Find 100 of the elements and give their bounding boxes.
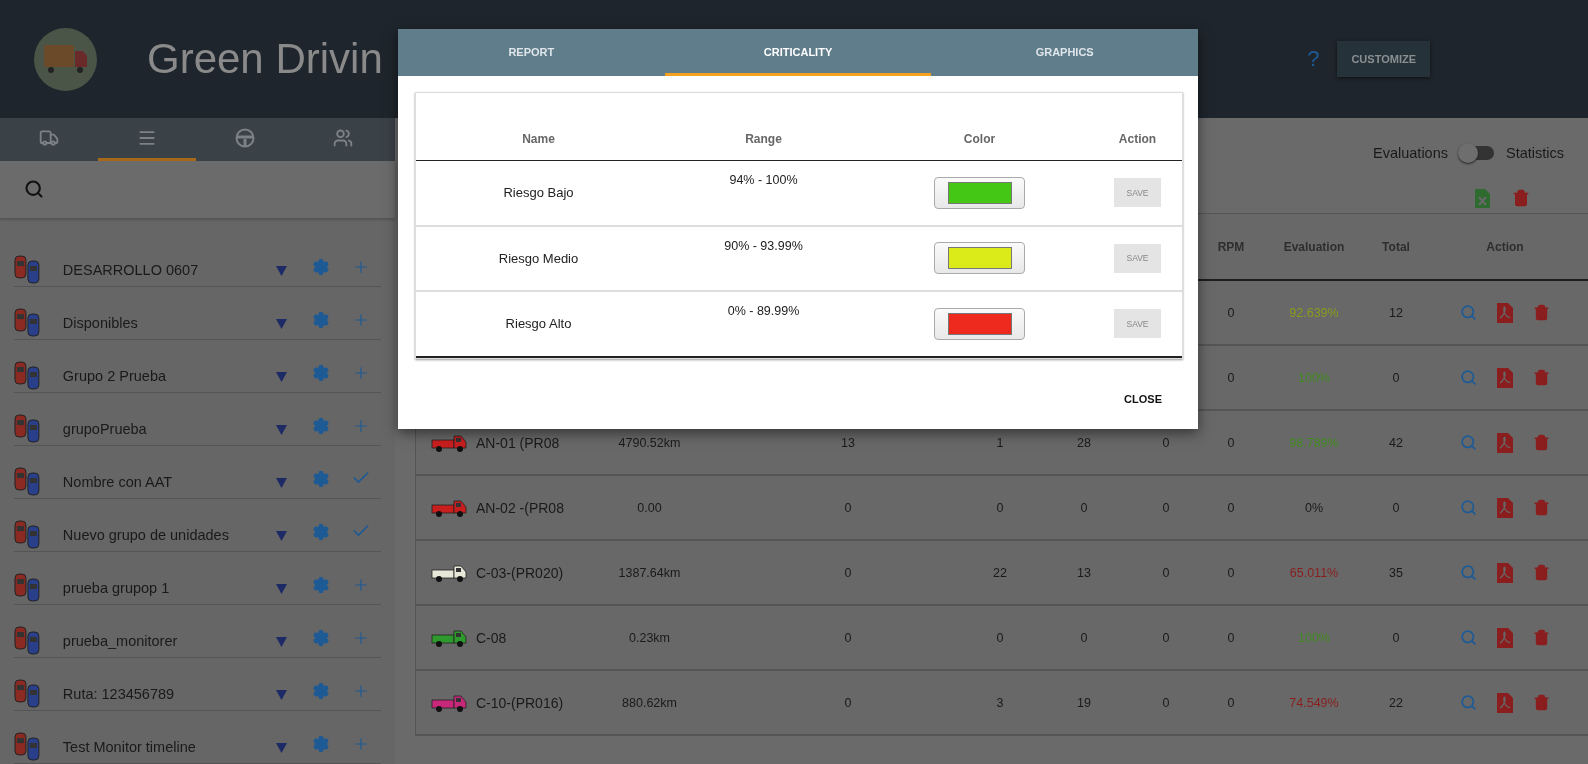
group-name[interactable]: DESARROLLO 0607 bbox=[62, 262, 262, 284]
cars-icon bbox=[14, 254, 42, 284]
trash-icon[interactable] bbox=[1533, 369, 1550, 386]
search-icon[interactable] bbox=[24, 179, 44, 200]
vehicle-name: AN-02 -(PR08 bbox=[476, 499, 564, 516]
caret-icon[interactable] bbox=[276, 637, 288, 647]
help-link[interactable]: ? bbox=[1307, 46, 1320, 72]
table-cell-text: 3 bbox=[995, 695, 1005, 710]
color-picker[interactable] bbox=[934, 242, 1025, 275]
column-header: Action bbox=[1485, 239, 1525, 254]
column-header: Range bbox=[744, 132, 783, 146]
dialog-tab[interactable]: REPORT bbox=[398, 29, 665, 76]
color-picker[interactable] bbox=[934, 176, 1025, 209]
customize-button[interactable]: CUSTOMIZE bbox=[1337, 41, 1430, 77]
settings-icon[interactable] bbox=[312, 258, 331, 276]
pdf-icon[interactable] bbox=[1497, 432, 1513, 453]
column-header: Evaluation bbox=[1282, 239, 1346, 254]
trash-icon[interactable] bbox=[1533, 564, 1550, 581]
trash-icon[interactable] bbox=[1533, 434, 1550, 451]
group-name[interactable]: prueba_monitorer bbox=[62, 633, 262, 655]
risk-name: Riesgo Medio bbox=[497, 250, 580, 266]
toggle-label: Statistics bbox=[1506, 144, 1564, 161]
settings-icon[interactable] bbox=[312, 470, 331, 488]
save-button[interactable]: SAVE bbox=[1114, 178, 1161, 208]
pdf-icon[interactable] bbox=[1497, 302, 1513, 323]
table-cell-text: 22 bbox=[1388, 695, 1404, 710]
group-name[interactable]: Grupo 2 Prueba bbox=[62, 368, 262, 390]
settings-icon[interactable] bbox=[312, 682, 331, 700]
caret-icon[interactable] bbox=[276, 743, 288, 753]
evaluation-cell-text: 65.011% bbox=[1288, 565, 1340, 580]
trash-icon[interactable] bbox=[1533, 304, 1550, 321]
close-button[interactable]: CLOSE bbox=[1118, 391, 1168, 406]
table-cell-text: 28 bbox=[1076, 435, 1092, 450]
app-title: Green Drivin bbox=[147, 35, 383, 83]
risk-name: Riesgo Bajo bbox=[502, 185, 575, 201]
evaluation-cell-text: 98.789% bbox=[1288, 435, 1340, 450]
cars-icon bbox=[14, 572, 42, 602]
group-name[interactable]: grupoPrueba bbox=[62, 421, 262, 443]
table-cell-text: 1 bbox=[995, 435, 1005, 450]
save-button[interactable]: SAVE bbox=[1114, 243, 1161, 273]
trash-icon[interactable] bbox=[1533, 499, 1550, 516]
caret-icon[interactable] bbox=[276, 425, 288, 435]
table-cell-text: 0 bbox=[1226, 565, 1236, 580]
caret-icon[interactable] bbox=[276, 690, 288, 700]
pdf-icon[interactable] bbox=[1497, 692, 1513, 713]
evaluation-cell-text: 92.639% bbox=[1288, 305, 1340, 320]
trash-icon[interactable] bbox=[1512, 189, 1530, 207]
evaluation-cell-text: 100% bbox=[1297, 370, 1331, 385]
evaluation-cell-text: 100% bbox=[1297, 630, 1331, 645]
risk-range: 94% - 100% bbox=[728, 172, 799, 189]
caret-icon[interactable] bbox=[276, 372, 288, 382]
trash-icon[interactable] bbox=[1533, 694, 1550, 711]
dialog-tab[interactable]: CRITICALITY bbox=[664, 29, 932, 76]
caret-icon[interactable] bbox=[276, 478, 288, 488]
table-cell-text: 22 bbox=[992, 565, 1008, 580]
group-name[interactable]: Nombre con AAT bbox=[62, 474, 262, 496]
pdf-icon[interactable] bbox=[1497, 562, 1513, 583]
table-cell-text: 0 bbox=[1161, 500, 1171, 515]
caret-icon[interactable] bbox=[276, 584, 288, 594]
table-cell-text: 0 bbox=[1161, 435, 1171, 450]
table-cell-text: 0 bbox=[1391, 630, 1401, 645]
group-name[interactable]: Nuevo grupo de unidades bbox=[62, 527, 262, 549]
color-picker[interactable] bbox=[934, 307, 1025, 340]
caret-icon[interactable] bbox=[276, 319, 288, 329]
view-switch[interactable] bbox=[1460, 145, 1494, 160]
truck-logo bbox=[34, 27, 97, 91]
table-cell-text: 0 bbox=[1161, 565, 1171, 580]
table-cell-text: 0 bbox=[843, 500, 853, 515]
group-name[interactable]: Disponibles bbox=[62, 315, 262, 337]
table-cell-text: 0 bbox=[1226, 695, 1236, 710]
caret-icon[interactable] bbox=[276, 266, 288, 276]
caret-icon[interactable] bbox=[276, 531, 288, 541]
column-header: Name bbox=[521, 132, 556, 146]
evaluation-cell-text: 0% bbox=[1303, 500, 1325, 515]
pdf-icon[interactable] bbox=[1497, 627, 1513, 648]
vehicle-name: C-10-(PR016) bbox=[476, 694, 564, 711]
table-cell-text: 42 bbox=[1388, 435, 1404, 450]
save-button[interactable]: SAVE bbox=[1114, 309, 1161, 339]
trash-icon[interactable] bbox=[1533, 629, 1550, 646]
group-name[interactable]: Ruta: 123456789 bbox=[62, 686, 262, 708]
spreadsheet-icon[interactable] bbox=[1475, 188, 1490, 208]
settings-icon[interactable] bbox=[312, 417, 331, 435]
group-name[interactable]: Test Monitor timeline bbox=[62, 739, 262, 761]
settings-icon[interactable] bbox=[312, 523, 331, 541]
table-cell-text: 880.62km bbox=[621, 695, 678, 710]
settings-icon[interactable] bbox=[312, 364, 331, 382]
settings-icon[interactable] bbox=[312, 735, 331, 753]
cars-icon bbox=[14, 307, 42, 337]
settings-icon[interactable] bbox=[312, 576, 331, 594]
pdf-icon[interactable] bbox=[1497, 497, 1513, 518]
column-header: Color bbox=[962, 132, 997, 146]
group-name[interactable]: prueba grupop 1 bbox=[62, 580, 262, 602]
settings-icon[interactable] bbox=[312, 311, 331, 329]
table-cell-text: 0 bbox=[1226, 500, 1236, 515]
truck-icon bbox=[39, 127, 59, 148]
pdf-icon[interactable] bbox=[1497, 367, 1513, 388]
dialog-tab[interactable]: GRAPHICS bbox=[931, 29, 1198, 76]
cars-icon bbox=[14, 413, 42, 443]
vehicle-name: AN-01 (PR08 bbox=[476, 434, 560, 451]
settings-icon[interactable] bbox=[312, 629, 331, 647]
